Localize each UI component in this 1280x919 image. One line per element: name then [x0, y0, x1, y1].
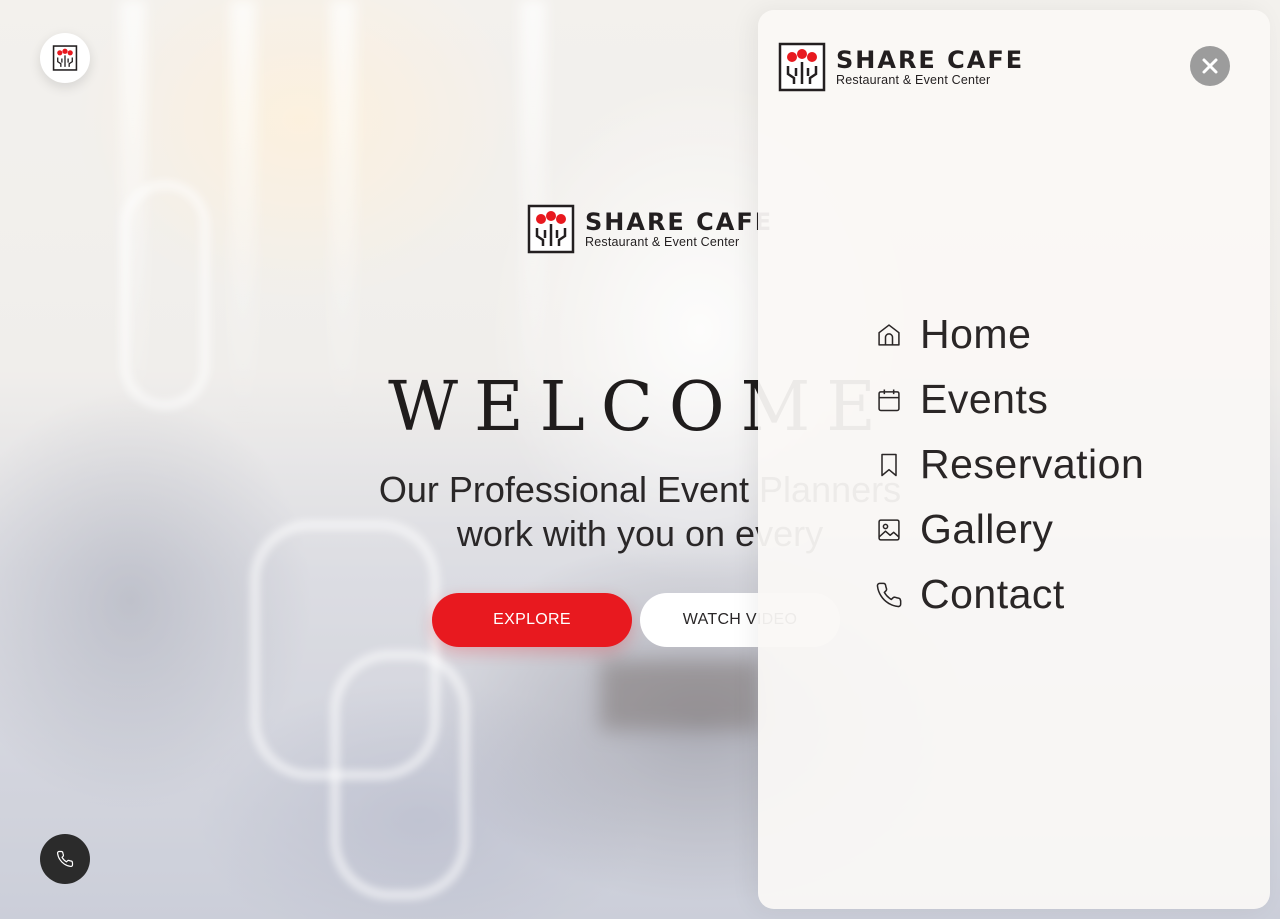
side-menu-panel: SHARE CAFE Restaurant & Event Center Hom… [758, 10, 1270, 909]
phone-icon [874, 580, 904, 610]
panel-logo[interactable]: SHARE CAFE Restaurant & Event Center [778, 42, 1024, 92]
nav-item-label: Reservation [920, 441, 1145, 487]
nav-item-home[interactable]: Home [874, 302, 1144, 367]
nav-item-gallery[interactable]: Gallery [874, 497, 1144, 562]
corner-logo-button[interactable] [40, 33, 90, 83]
close-icon [1202, 58, 1218, 74]
close-menu-button[interactable] [1190, 46, 1230, 86]
call-button[interactable] [40, 834, 90, 884]
nav-item-label: Gallery [920, 506, 1054, 552]
nav-item-label: Home [920, 311, 1032, 357]
brand-logo-icon [778, 42, 826, 92]
nav-item-label: Events [920, 376, 1049, 422]
home-icon [874, 320, 904, 350]
bookmark-icon [874, 450, 904, 480]
nav-item-contact[interactable]: Contact [874, 562, 1144, 627]
phone-icon [56, 850, 74, 868]
explore-button[interactable]: EXPLORE [432, 593, 632, 647]
image-icon [874, 515, 904, 545]
brand-logo-icon [52, 45, 78, 71]
brand-tagline: Restaurant & Event Center [585, 235, 740, 249]
brand-tagline: Restaurant & Event Center [836, 73, 991, 87]
nav-item-events[interactable]: Events [874, 367, 1144, 432]
main-nav: Home Events Reservation Gallery Contact [874, 302, 1144, 627]
brand-name: SHARE CAFE [585, 208, 774, 236]
calendar-icon [874, 385, 904, 415]
brand-name: SHARE CAFE [836, 46, 1025, 74]
nav-item-label: Contact [920, 571, 1065, 617]
brand-logo-icon [527, 204, 575, 254]
nav-item-reservation[interactable]: Reservation [874, 432, 1144, 497]
hero-logo: SHARE CAFE Restaurant & Event Center [527, 204, 773, 254]
